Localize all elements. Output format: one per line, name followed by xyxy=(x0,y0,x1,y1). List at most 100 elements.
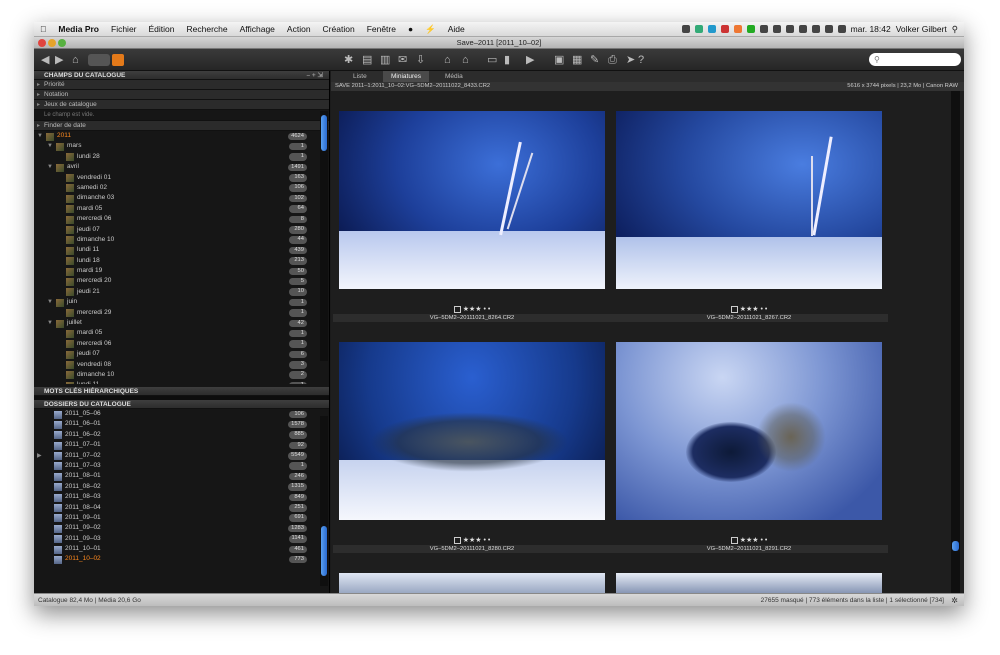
date-row[interactable]: mardi 05 64 xyxy=(34,204,329,214)
folder-row[interactable]: 2011_10–01 461 xyxy=(34,544,329,554)
disclosure-triangle-icon[interactable]: ▼ xyxy=(47,318,53,328)
tab-liste[interactable]: Liste xyxy=(345,71,375,82)
zoom-window-button[interactable] xyxy=(58,39,66,47)
folder-open-icon[interactable]: ⌂ xyxy=(462,53,469,67)
select-checkbox[interactable] xyxy=(730,536,738,544)
home-icon[interactable]: ⌂ xyxy=(72,53,79,67)
rating-row[interactable]: ★★★ • • xyxy=(339,305,605,313)
folder-icon[interactable]: ⌂ xyxy=(444,53,451,67)
thumbnail-image[interactable] xyxy=(616,342,882,520)
menu-clock[interactable]: mar. 18:42 xyxy=(851,24,891,34)
date-row[interactable]: ▼ avril 1491 xyxy=(34,162,329,172)
section-jeux-catalogue[interactable]: Jeux de catalogue xyxy=(34,100,329,110)
date-row[interactable]: mardi 19 50 xyxy=(34,266,329,276)
date-row[interactable]: jeudi 21 10 xyxy=(34,287,329,297)
rating-row[interactable]: ★★★ • • xyxy=(616,305,882,313)
help-icon[interactable]: ? xyxy=(638,53,644,67)
app-menu[interactable]: Media Pro xyxy=(52,24,105,34)
gear-icon[interactable]: ✱ xyxy=(344,53,353,67)
status-icon[interactable] xyxy=(772,25,781,33)
section-notation[interactable]: Notation xyxy=(34,90,329,100)
date-row[interactable]: lundi 28 1 xyxy=(34,152,329,162)
color-label-icon[interactable] xyxy=(112,54,124,66)
folder-row[interactable]: 2011_08–04 251 xyxy=(34,503,329,513)
date-row[interactable]: vendredi 08 3 xyxy=(34,360,329,370)
folder-row[interactable]: 2011_09–03 1141 xyxy=(34,534,329,544)
folder-row[interactable]: 2011_07–03 1 xyxy=(34,461,329,471)
histogram-icon[interactable]: ▮ xyxy=(504,53,510,67)
tab-media[interactable]: Média xyxy=(437,71,471,82)
menu-recherche[interactable]: Recherche xyxy=(181,24,234,34)
menu-fichier[interactable]: Fichier xyxy=(105,24,143,34)
menu-affichage[interactable]: Affichage xyxy=(234,24,281,34)
bluetooth-icon[interactable] xyxy=(798,25,807,33)
script-menu-icon[interactable]: ● xyxy=(402,24,419,34)
pen-icon[interactable]: ✎ xyxy=(590,53,599,67)
date-row[interactable]: jeudi 07 6 xyxy=(34,349,329,359)
date-row[interactable]: ▼ juin 1 xyxy=(34,297,329,307)
folder-row[interactable]: 2011_09–02 1283 xyxy=(34,523,329,533)
date-row[interactable]: jeudi 07 280 xyxy=(34,225,329,235)
date-row[interactable]: dimanche 10 44 xyxy=(34,235,329,245)
date-row[interactable]: samedi 02 106 xyxy=(34,183,329,193)
folder-row[interactable]: 2011_06–01 1578 xyxy=(34,419,329,429)
time-machine-icon[interactable] xyxy=(785,25,794,33)
status-icon[interactable] xyxy=(681,25,690,33)
status-icon[interactable] xyxy=(759,25,768,33)
mail-icon[interactable]: ✉ xyxy=(398,53,407,67)
date-row[interactable]: mercredi 29 1 xyxy=(34,308,329,318)
menu-aide[interactable]: Aide xyxy=(442,24,471,34)
disclosure-triangle-icon[interactable]: ▶ xyxy=(37,451,42,461)
folder-row[interactable]: 2011_10–02 773 xyxy=(34,554,329,564)
menu-action[interactable]: Action xyxy=(281,24,317,34)
folder-row[interactable]: 2011_05–06 106 xyxy=(34,409,329,419)
folder-row[interactable]: 2011_09–01 691 xyxy=(34,513,329,523)
disclosure-triangle-icon[interactable]: ▼ xyxy=(47,141,53,151)
pointer-icon[interactable]: ➤ xyxy=(626,53,635,67)
thumbnail-image[interactable] xyxy=(339,342,605,520)
date-row[interactable]: dimanche 03 102 xyxy=(34,193,329,203)
date-row[interactable]: ▼ mars 1 xyxy=(34,141,329,151)
thumbnail-image[interactable] xyxy=(339,111,605,289)
date-row[interactable]: lundi 11 439 xyxy=(34,245,329,255)
scroll-thumb[interactable] xyxy=(952,541,959,551)
scroll-thumb[interactable] xyxy=(321,115,327,151)
status-icon[interactable] xyxy=(694,25,703,33)
export-icon[interactable]: ⇩ xyxy=(416,53,425,67)
document-icon[interactable]: ▤ xyxy=(362,53,372,67)
date-row[interactable]: ▼ juillet 42 xyxy=(34,318,329,328)
keywords-header[interactable]: MOTS CLÉS HIÉRARCHIQUES xyxy=(34,387,329,396)
view-mode-toggle[interactable] xyxy=(88,54,110,66)
disclosure-triangle-icon[interactable]: ▼ xyxy=(47,162,53,172)
rating-row[interactable]: ★★★ • • xyxy=(339,536,605,544)
date-row[interactable]: mercredi 06 8 xyxy=(34,214,329,224)
thumbnail-image[interactable] xyxy=(616,111,882,289)
date-row[interactable]: mercredi 20 5 xyxy=(34,276,329,286)
date-row[interactable]: mercredi 06 1 xyxy=(34,339,329,349)
spotlight-icon[interactable]: ⚲ xyxy=(952,24,958,35)
scroll-thumb[interactable] xyxy=(321,526,327,576)
date-row[interactable]: vendredi 01 163 xyxy=(34,173,329,183)
status-icon[interactable] xyxy=(733,25,742,33)
menu-user[interactable]: Volker Gilbert xyxy=(896,24,947,34)
play-icon[interactable]: ▶ xyxy=(526,53,534,67)
catalog-fields-header[interactable]: CHAMPS DU CATALOGUE – + ⇲ xyxy=(34,71,329,80)
menu-creation[interactable]: Création xyxy=(317,24,361,34)
lightning-menu-icon[interactable]: ⚡ xyxy=(419,24,442,35)
disclosure-triangle-icon[interactable]: ▼ xyxy=(37,131,43,141)
search-input[interactable] xyxy=(869,53,961,66)
thumbnail-image[interactable] xyxy=(339,573,605,593)
status-icon[interactable] xyxy=(746,25,755,33)
left-scrollbar-top[interactable] xyxy=(320,111,328,361)
contact-sheet-icon[interactable]: ▦ xyxy=(572,53,582,67)
date-row[interactable]: dimanche 10 2 xyxy=(34,370,329,380)
section-priorite[interactable]: Priorité xyxy=(34,80,329,90)
status-icon[interactable] xyxy=(707,25,716,33)
date-row[interactable]: ▼ 2011 4624 xyxy=(34,131,329,141)
panel-controls-icon[interactable]: – + ⇲ xyxy=(307,71,323,80)
left-scrollbar-bottom[interactable] xyxy=(320,416,328,586)
folder-row[interactable]: 2011_06–02 885 xyxy=(34,430,329,440)
folders-header[interactable]: DOSSIERS DU CATALOGUE xyxy=(34,400,329,409)
drive-icon[interactable]: ▭ xyxy=(487,53,497,67)
folder-row[interactable]: 2011_07–01 92 xyxy=(34,440,329,450)
